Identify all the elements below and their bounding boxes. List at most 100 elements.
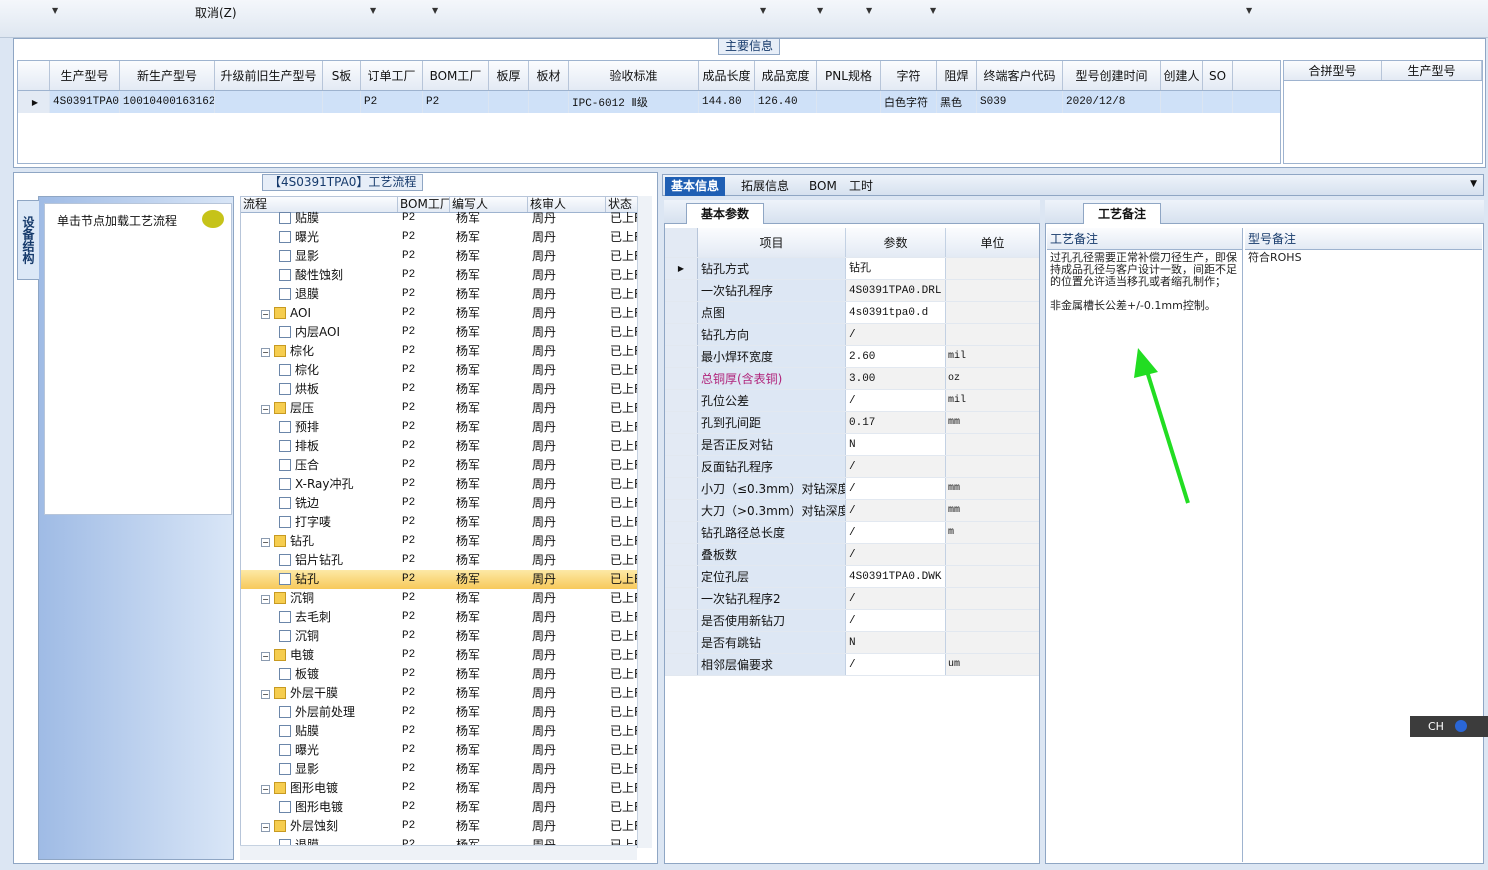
main-info-col-header[interactable]: S板 (323, 61, 361, 90)
process-tree-row[interactable]: 显影 P2 杨军 周丹 已上R (241, 247, 651, 266)
process-tree-row[interactable]: 烘板 P2 杨军 周丹 已上R (241, 380, 651, 399)
params-value-cell[interactable]: / (846, 610, 946, 631)
main-info-cell[interactable]: 4S0391TPA0 (50, 91, 120, 113)
process-tree-row[interactable]: − AOI P2 杨军 周丹 已上R (241, 304, 651, 323)
main-info-col-header[interactable]: 成品长度 (699, 61, 755, 90)
process-tree-row[interactable]: 曝光 P2 杨军 周丹 已上R (241, 228, 651, 247)
params-value-cell[interactable]: 3.00 (846, 368, 946, 389)
params-value-cell[interactable]: / (846, 588, 946, 609)
main-info-col-header[interactable]: SO (1203, 61, 1233, 90)
process-note-text-2[interactable]: 非金属槽长公差+/-0.1mm控制。 (1047, 298, 1242, 314)
process-tree-row[interactable]: 外层前处理 P2 杨军 周丹 已上R (241, 703, 651, 722)
main-info-cell[interactable]: 126.40 (755, 91, 817, 113)
params-value-cell[interactable]: 4s0391tpa0.d (846, 302, 946, 323)
main-info-cell[interactable] (323, 91, 361, 113)
basic-params-row[interactable]: 总铜厚(含表铜) 3.00 oz (665, 368, 1039, 390)
collapse-toggle-icon[interactable]: − (261, 690, 270, 699)
main-info-col-header[interactable]: 型号创建时间 (1063, 61, 1161, 90)
basic-params-row[interactable]: 是否正反对钻 N (665, 434, 1039, 456)
process-tree-row[interactable]: 酸性蚀刻 P2 杨军 周丹 已上R (241, 266, 651, 285)
collapse-toggle-icon[interactable]: − (261, 785, 270, 794)
process-tree-row[interactable]: 退膜 P2 杨军 周丹 已上R (241, 285, 651, 304)
params-value-cell[interactable]: 钻孔 (846, 258, 946, 279)
basic-params-row[interactable]: 反面钻孔程序 / (665, 456, 1039, 478)
tab-bom[interactable]: BOM (803, 177, 843, 196)
main-info-col-header[interactable]: 成品宽度 (755, 61, 817, 90)
equipment-structure-tab[interactable]: 设备结构 (17, 200, 39, 280)
process-tree-row[interactable]: − 图形电镀 P2 杨军 周丹 已上R (241, 779, 651, 798)
params-value-cell[interactable]: 2.60 (846, 346, 946, 367)
basic-params-row[interactable]: 是否使用新钻刀 / (665, 610, 1039, 632)
main-info-col-header[interactable]: 字符 (881, 61, 937, 90)
model-note-text[interactable]: 符合ROHS (1245, 250, 1482, 266)
process-tree-row[interactable]: 显影 P2 杨军 周丹 已上R (241, 760, 651, 779)
cancel-menu-item[interactable]: 取消(Z) (195, 4, 237, 21)
params-value-cell[interactable]: / (846, 522, 946, 543)
params-value-cell[interactable]: 0.17 (846, 412, 946, 433)
main-info-cell[interactable] (489, 91, 529, 113)
tab-basic-info[interactable]: 基本信息 (665, 177, 726, 196)
load-process-box[interactable]: 单击节点加载工艺流程 (44, 203, 232, 515)
main-info-col-header[interactable]: PNL规格 (817, 61, 881, 90)
main-info-cell[interactable] (1161, 91, 1203, 113)
basic-params-row[interactable]: 是否有跳钻 N (665, 632, 1039, 654)
main-info-col-header[interactable]: 升级前旧生产型号 (215, 61, 323, 90)
main-info-cell[interactable]: 10010400163162 (120, 91, 215, 113)
process-tree-row[interactable]: 棕化 P2 杨军 周丹 已上R (241, 361, 651, 380)
basic-params-row[interactable]: 钻孔方向 / (665, 324, 1039, 346)
main-info-col-header[interactable]: 终端客户代码 (977, 61, 1063, 90)
process-tree-row[interactable]: − 外层蚀刻 P2 杨军 周丹 已上R (241, 817, 651, 836)
main-info-cell[interactable]: 2020/12/8 (1063, 91, 1161, 113)
tab-work-hours[interactable]: 工时 (843, 177, 879, 196)
process-tree-row[interactable]: 内层AOI P2 杨军 周丹 已上R (241, 323, 651, 342)
main-info-col-header[interactable]: 板厚 (489, 61, 529, 90)
dropdown-arrow-icon[interactable]: ▼ (370, 6, 376, 15)
main-info-col-header[interactable]: 板材 (529, 61, 569, 90)
main-info-cell[interactable]: 144.80 (699, 91, 755, 113)
main-info-cell[interactable] (529, 91, 569, 113)
dropdown-arrow-icon[interactable]: ▼ (817, 6, 823, 15)
params-value-cell[interactable]: 4S0391TPA0.DWK (846, 566, 946, 587)
collapse-toggle-icon[interactable]: − (261, 823, 270, 832)
main-info-col-header[interactable]: 生产型号 (50, 61, 120, 90)
params-value-cell[interactable]: / (846, 500, 946, 521)
basic-params-row[interactable]: 叠板数 / (665, 544, 1039, 566)
process-tree-row[interactable]: 铣边 P2 杨军 周丹 已上R (241, 494, 651, 513)
basic-params-row[interactable]: 小刀（≤0.3mm）对钻深度 / mm (665, 478, 1039, 500)
merge-model-header[interactable]: 合拼型号 (1284, 61, 1382, 80)
ime-toolbar[interactable]: CH (1410, 716, 1488, 737)
process-tree-vscrollbar[interactable] (637, 196, 652, 848)
basic-params-row[interactable]: 孔位公差 / mil (665, 390, 1039, 412)
tab-menu-arrow-icon[interactable]: ▼ (1470, 179, 1477, 189)
collapse-toggle-icon[interactable]: − (261, 595, 270, 604)
basic-params-row[interactable]: 点图 4s0391tpa0.d (665, 302, 1039, 324)
main-info-col-header[interactable]: 阻焊 (937, 61, 977, 90)
basic-params-row[interactable]: 最小焊环宽度 2.60 mil (665, 346, 1039, 368)
main-info-data-row[interactable]: ▶ 4S0391TPA0 10010400163162 P2 P2 IPC-6012 Ⅱ级… (18, 91, 1280, 113)
process-tree-hscrollbar[interactable] (240, 845, 637, 860)
process-tree-row[interactable]: − 层压 P2 杨军 周丹 已上R (241, 399, 651, 418)
params-value-cell[interactable]: / (846, 654, 946, 675)
process-tree-row[interactable]: X-Ray冲孔 P2 杨军 周丹 已上R (241, 475, 651, 494)
params-value-cell[interactable]: / (846, 544, 946, 565)
basic-params-row[interactable]: 孔到孔间距 0.17 mm (665, 412, 1039, 434)
basic-params-row[interactable]: 一次钻孔程序2/ (665, 588, 1039, 610)
main-info-col-header[interactable]: 创建人 (1161, 61, 1203, 90)
basic-params-row[interactable]: 钻孔路径总长度 / m (665, 522, 1039, 544)
collapse-toggle-icon[interactable]: − (261, 652, 270, 661)
process-tree-row[interactable]: − 电镀 P2 杨军 周丹 已上R (241, 646, 651, 665)
params-value-cell[interactable]: N (846, 434, 946, 455)
basic-params-tab[interactable]: 基本参数 (686, 203, 765, 224)
main-info-col-header[interactable]: 订单工厂 (361, 61, 423, 90)
process-tree-row[interactable]: 板镀 P2 杨军 周丹 已上R (241, 665, 651, 684)
dropdown-arrow-icon[interactable]: ▼ (760, 6, 766, 15)
collapse-toggle-icon[interactable]: − (261, 348, 270, 357)
process-notes-tab[interactable]: 工艺备注 (1083, 203, 1162, 224)
process-tree-row[interactable]: − 外层干膜 P2 杨军 周丹 已上R (241, 684, 651, 703)
process-tree-row[interactable]: 排板 P2 杨军 周丹 已上R (241, 437, 651, 456)
basic-params-row[interactable]: 大刀（>0.3mm）对钻深度 / mm (665, 500, 1039, 522)
main-info-col-header[interactable]: 验收标准 (569, 61, 699, 90)
dropdown-arrow-icon[interactable]: ▼ (1246, 6, 1252, 15)
process-tree-row[interactable]: 图形电镀 P2 杨军 周丹 已上R (241, 798, 651, 817)
collapse-toggle-icon[interactable]: − (261, 310, 270, 319)
